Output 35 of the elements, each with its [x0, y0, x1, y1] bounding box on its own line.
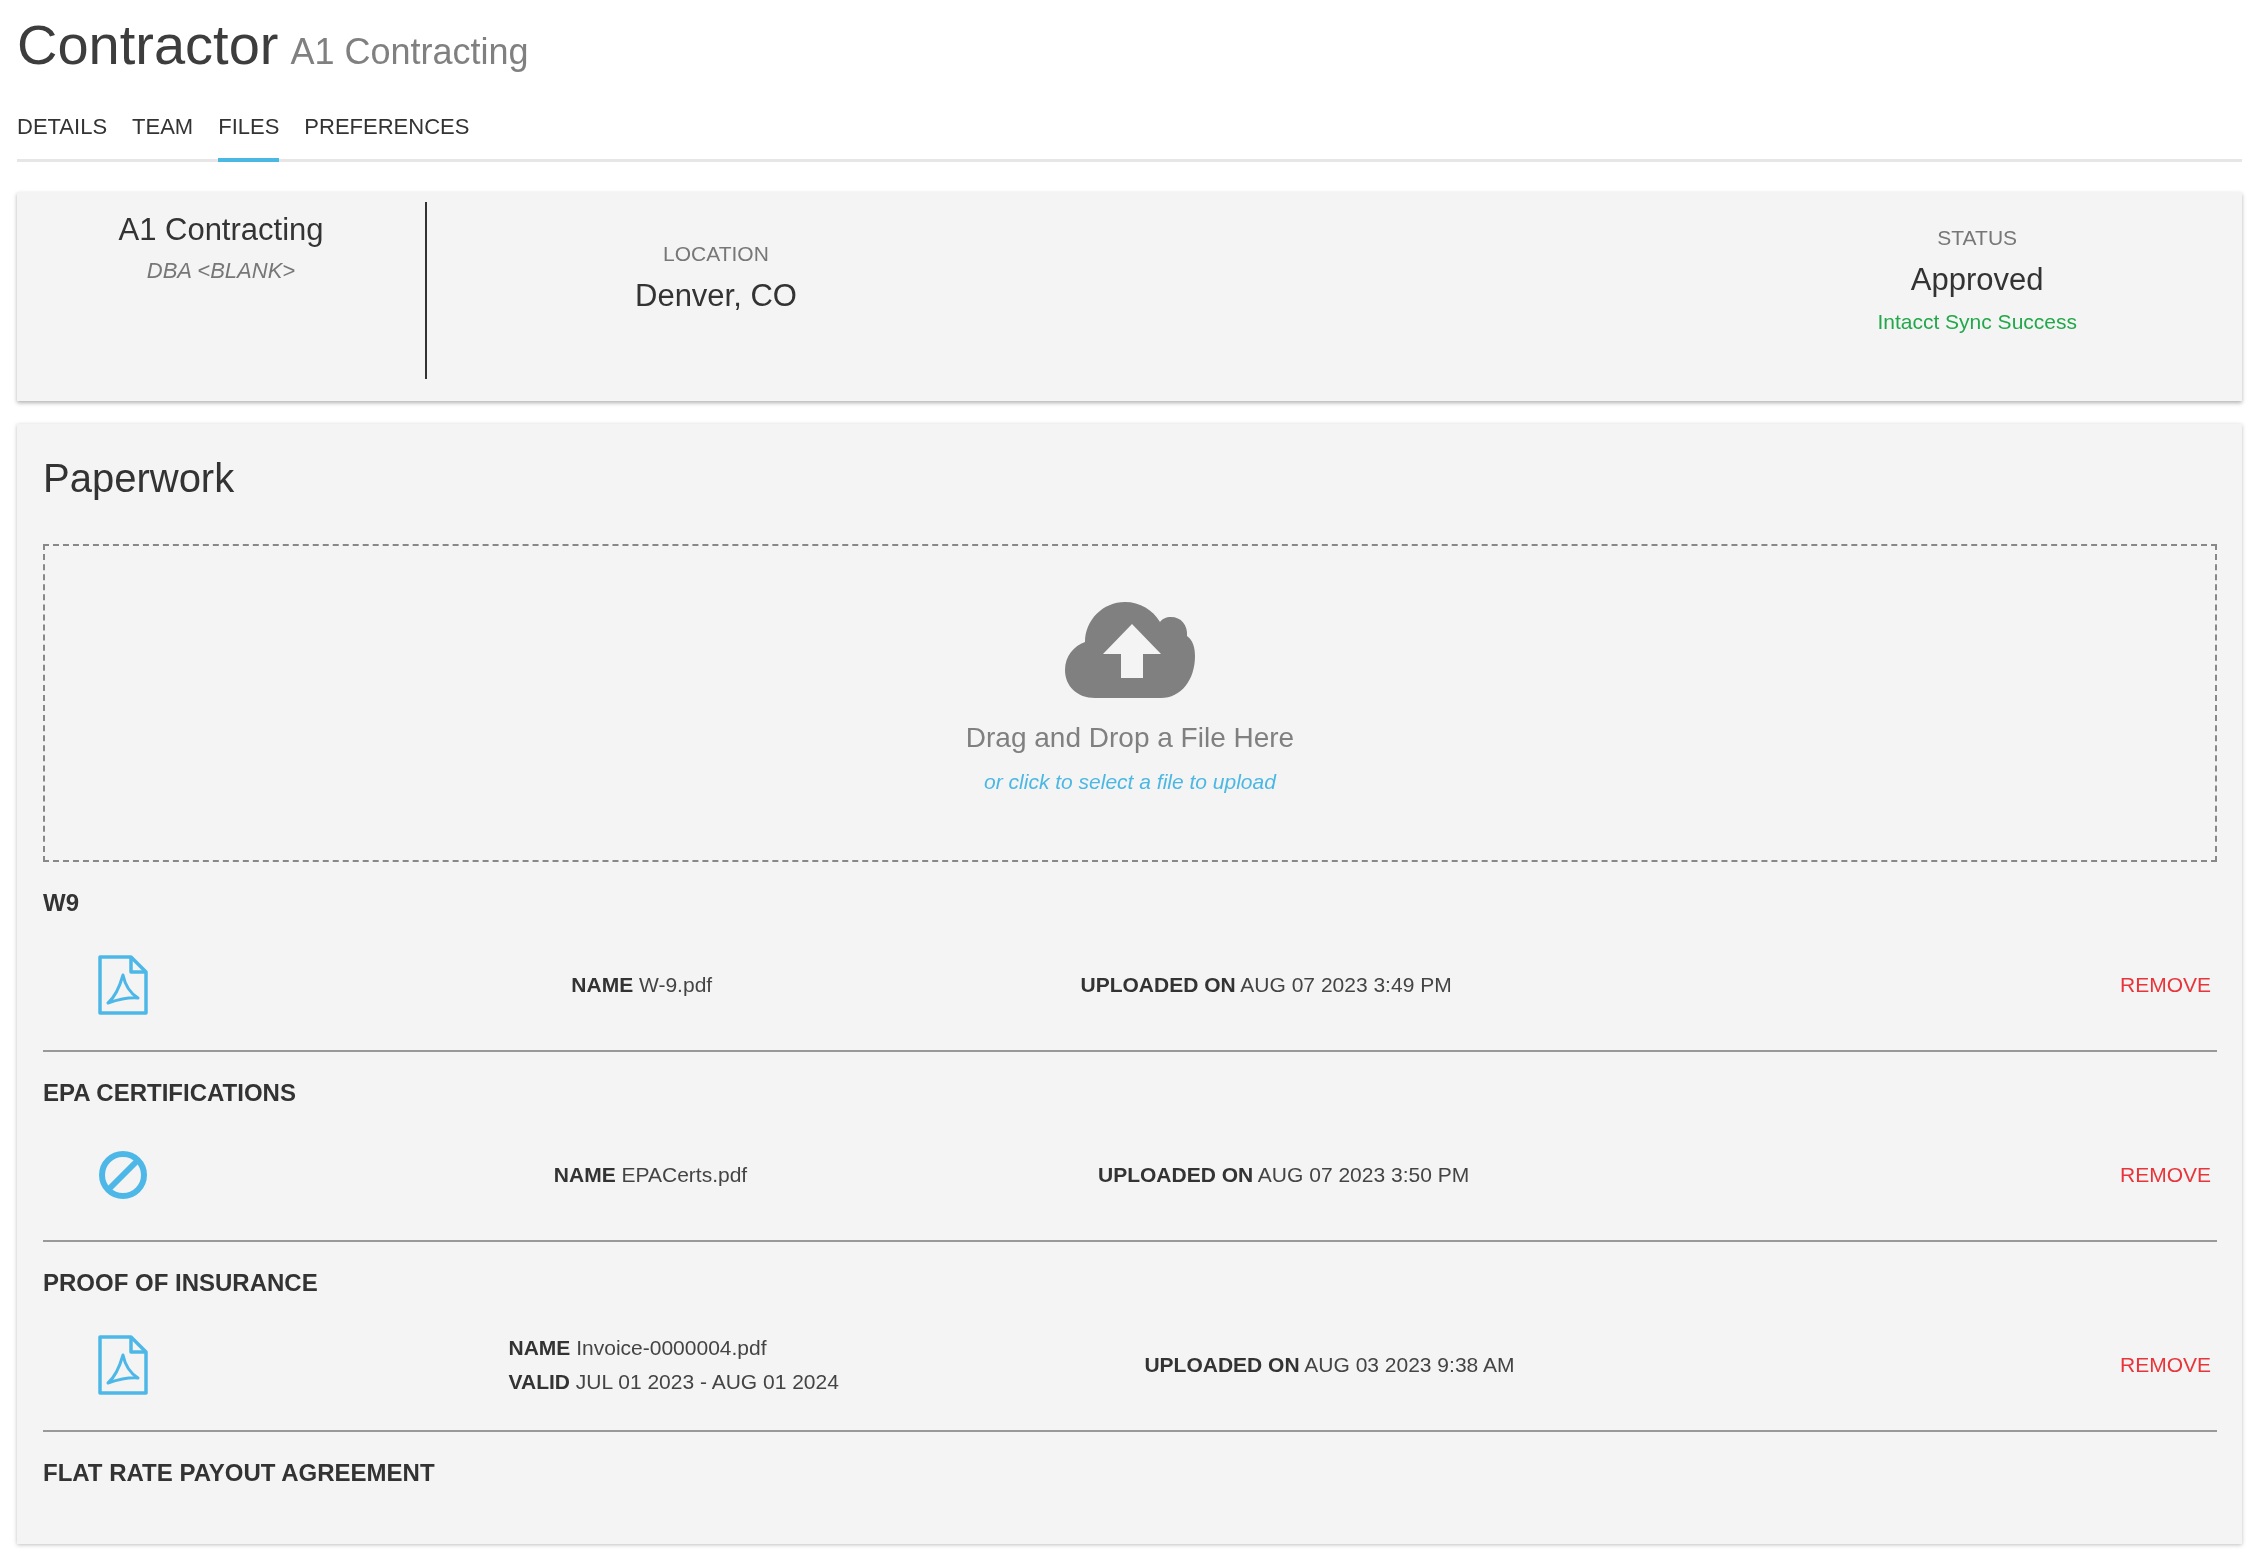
section-title: PROOF OF INSURANCE [43, 1268, 319, 1298]
file-name: NAME Invoice-0000004.pdf [508, 1336, 768, 1360]
file-name: NAME EPACerts.pdf [553, 1163, 748, 1187]
prohibited-icon [98, 1150, 148, 1200]
cloud-upload-icon [1065, 602, 1195, 698]
sync-status: Intacct Sync Success [1877, 310, 2077, 334]
company-name: A1 Contracting [118, 212, 324, 248]
page-subtitle: A1 Contracting [290, 31, 529, 73]
file-name: NAME W-9.pdf [571, 973, 713, 997]
tab[interactable]: FILES [218, 96, 280, 162]
tab[interactable]: DETAILS [17, 96, 108, 162]
remove-link[interactable]: REMOVE [2120, 973, 2211, 997]
upload-date: UPLOADED ON AUG 07 2023 3:50 PM [1098, 1163, 1470, 1187]
upload-date: UPLOADED ON AUG 03 2023 9:38 AM [1144, 1353, 1515, 1377]
section-title: W9 [43, 888, 80, 918]
dba-text: DBA <BLANK> [146, 258, 296, 284]
remove-link[interactable]: REMOVE [2120, 1353, 2211, 1377]
upload-date: UPLOADED ON AUG 07 2023 3:49 PM [1080, 973, 1452, 997]
location-label: LOCATION [663, 242, 769, 266]
remove-link[interactable]: REMOVE [2120, 1163, 2211, 1187]
valid-dates: VALID JUL 01 2023 - AUG 01 2024 [508, 1370, 839, 1394]
status-value: Approved [1910, 262, 2044, 298]
select-file-link[interactable]: or click to select a file to upload [984, 770, 1276, 794]
tab[interactable]: TEAM [132, 96, 194, 162]
dropzone-title: Drag and Drop a File Here [965, 722, 1295, 754]
section-title: EPA CERTIFICATIONS [43, 1078, 297, 1108]
status-label: STATUS [1937, 226, 2018, 250]
tab[interactable]: PREFERENCES [304, 96, 470, 162]
location-value: Denver, CO [635, 278, 797, 314]
pdf-file-icon [97, 955, 149, 1015]
section-title: FLAT RATE PAYOUT AGREEMENT [43, 1458, 436, 1488]
pdf-file-icon [97, 1335, 149, 1395]
page-title: Contractor [17, 12, 279, 77]
file-dropzone[interactable]: Drag and Drop a File Here or click to select a file to upload [43, 544, 2217, 862]
section-heading: Paperwork [43, 455, 235, 502]
